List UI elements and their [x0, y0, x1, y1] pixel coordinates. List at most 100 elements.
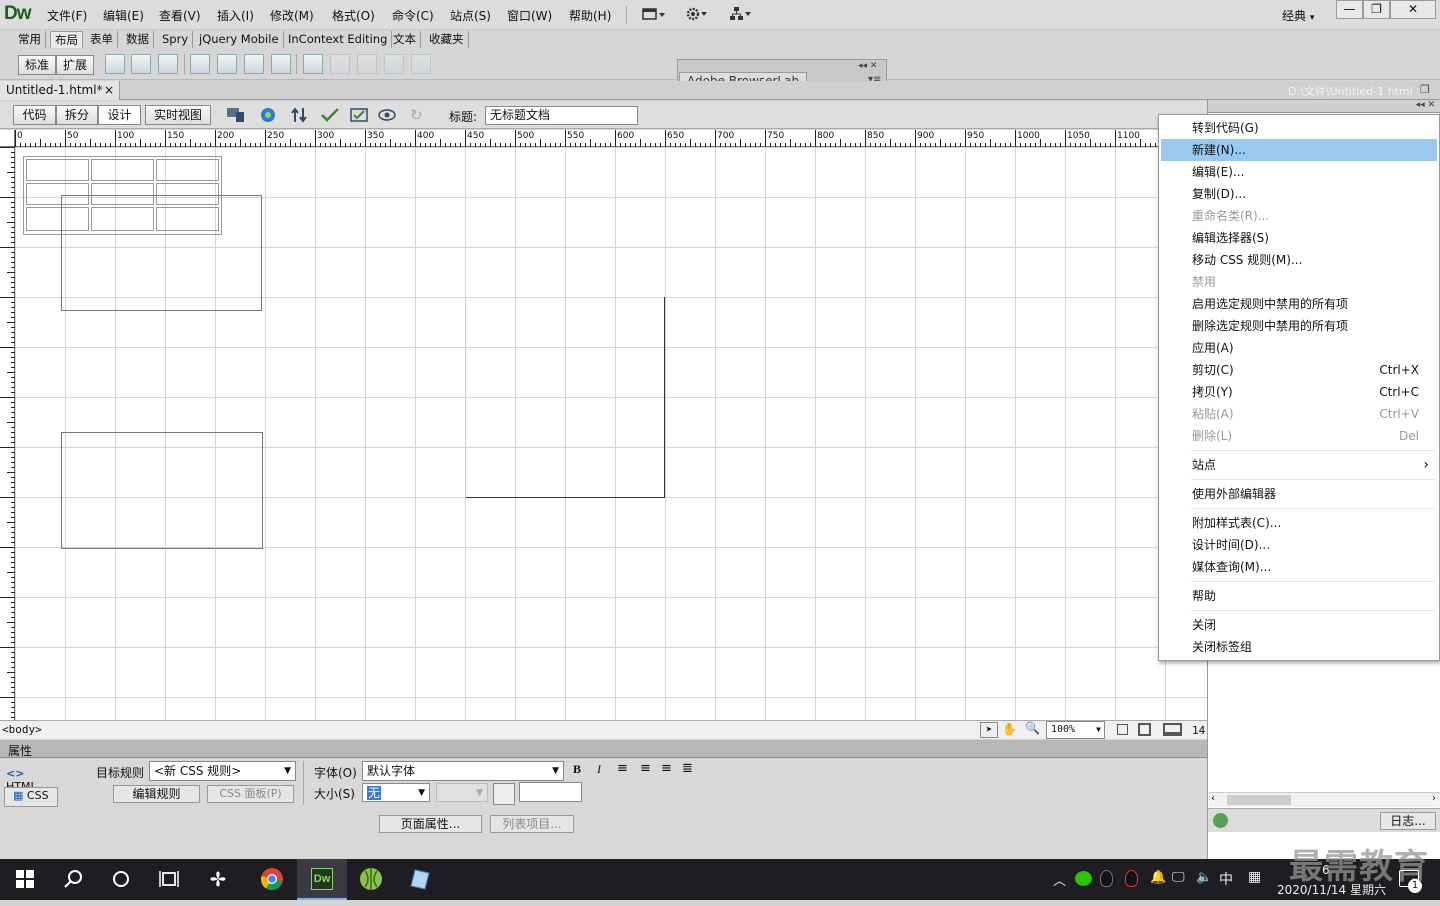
tab-forms[interactable]: 表单	[86, 31, 118, 48]
ap-div-box[interactable]	[61, 432, 263, 549]
qq-icon[interactable]	[1100, 870, 1113, 887]
table-tools-icon[interactable]	[303, 54, 323, 74]
align-center-icon[interactable]: ≡	[640, 761, 651, 776]
tray-expand-icon[interactable]: ︿	[1053, 870, 1066, 889]
font-select[interactable]: 默认字体 ▼	[362, 761, 564, 781]
split-view-button[interactable]: 拆分	[56, 105, 98, 125]
network-icon[interactable]: 🖵	[1172, 870, 1185, 885]
hand-tool-icon[interactable]: ✋	[1002, 722, 1017, 736]
windows-start-icon[interactable]	[0, 859, 50, 900]
notepad-app-icon[interactable]	[394, 859, 444, 900]
context-menu-item[interactable]: 应用(A)	[1161, 337, 1437, 359]
context-menu-item[interactable]: 删除选定规则中禁用的所有项	[1161, 315, 1437, 337]
ap-div-box[interactable]	[465, 297, 665, 498]
check-browser-compat-icon[interactable]	[349, 106, 371, 124]
spry-tab-icon[interactable]	[217, 54, 237, 74]
file-management-icon[interactable]	[290, 106, 312, 124]
menu-file[interactable]: 文件(F)	[47, 7, 87, 24]
ruler-origin[interactable]	[0, 130, 15, 147]
context-menu-item[interactable]: 帮助	[1161, 585, 1437, 607]
edit-rule-button[interactable]: 编辑规则	[113, 785, 200, 803]
ap-div-box[interactable]	[61, 195, 262, 311]
right-panel-header[interactable]: ◂◂ ✕	[1208, 100, 1440, 113]
standard-mode-button[interactable]: 标准	[18, 55, 56, 75]
pointer-tool-icon[interactable]: ➤	[980, 722, 998, 738]
tab-favorites[interactable]: 收藏夹	[425, 31, 469, 48]
tab-jquery-mobile[interactable]: jQuery Mobile	[195, 31, 284, 48]
minimize-button[interactable]: —	[1336, 0, 1363, 19]
wechat-icon[interactable]	[1075, 871, 1092, 886]
menu-help[interactable]: 帮助(H)	[569, 7, 611, 24]
properties-header[interactable]: 属性	[0, 740, 1207, 758]
multiscreen-icon[interactable]	[226, 106, 250, 124]
design-view-button[interactable]: 设计	[98, 105, 141, 125]
cortana-icon[interactable]	[96, 859, 146, 900]
menu-window[interactable]: 窗口(W)	[507, 7, 552, 24]
tab-layout[interactable]: 布局	[50, 31, 83, 48]
tablet-size-icon[interactable]	[1138, 723, 1151, 736]
tab-spry[interactable]: Spry	[158, 31, 194, 48]
menu-view[interactable]: 查看(V)	[159, 7, 201, 24]
context-menu-item[interactable]: 移动 CSS 规则(M)...	[1161, 249, 1437, 271]
w3c-validation-icon[interactable]	[320, 106, 342, 124]
page-properties-button[interactable]: 页面属性...	[379, 815, 482, 833]
watermelon-app-icon[interactable]	[346, 859, 396, 900]
chrome-icon[interactable]	[247, 859, 297, 900]
desktop-size-icon[interactable]	[1163, 723, 1182, 736]
context-menu-item[interactable]: 复制(D)...	[1161, 183, 1437, 205]
align-right-icon[interactable]: ≡	[661, 761, 672, 776]
ime-mode-icon[interactable]: ▦	[1248, 869, 1261, 885]
context-menu-item[interactable]: 拷贝(Y) Ctrl+C	[1161, 381, 1437, 403]
tab-common[interactable]: 常用	[14, 31, 46, 48]
context-menu-item[interactable]: 编辑(E)...	[1161, 161, 1437, 183]
color-input[interactable]	[519, 782, 582, 802]
html-mode-button[interactable]: <> HTML	[6, 767, 58, 793]
spry-panel-icon[interactable]	[271, 54, 291, 74]
horizontal-scrollbar[interactable]: ‹ ›	[1209, 792, 1440, 807]
size-select[interactable]: 无 ▼	[362, 783, 430, 802]
volume-icon[interactable]: 🔈	[1196, 870, 1212, 885]
tag-selector[interactable]: <body>	[2, 723, 42, 736]
menu-format[interactable]: 格式(O)	[332, 7, 375, 24]
insert-table-icon[interactable]	[158, 54, 178, 74]
layout-switch-icon[interactable]	[642, 7, 666, 21]
context-menu-item[interactable]: 剪切(C) Ctrl+X	[1161, 359, 1437, 381]
context-menu-item[interactable]: 转到代码(G)	[1161, 117, 1437, 139]
notification-bell-icon[interactable]: 🔔	[1150, 870, 1166, 885]
context-menu-item[interactable]: 编辑选择器(S)	[1161, 227, 1437, 249]
ie-icon[interactable]	[1213, 813, 1228, 828]
tab-data[interactable]: 数据	[122, 31, 154, 48]
css-mode-button[interactable]: ▦ CSS	[4, 787, 58, 807]
preview-browser-icon[interactable]	[259, 106, 281, 124]
align-left-icon[interactable]: ≡	[617, 761, 628, 776]
task-view-icon[interactable]	[144, 859, 194, 900]
qq-icon[interactable]	[1125, 870, 1138, 887]
context-menu-item[interactable]: 站点 ›	[1161, 454, 1437, 476]
menu-modify[interactable]: 修改(M)	[270, 7, 314, 24]
spry-accordion-icon[interactable]	[244, 54, 264, 74]
context-menu-item[interactable]: 关闭	[1161, 614, 1437, 636]
menu-commands[interactable]: 命令(C)	[392, 7, 434, 24]
site-manage-icon[interactable]	[729, 6, 753, 22]
tab-incontext-editing[interactable]: InContext Editing	[284, 31, 393, 48]
search-icon[interactable]	[48, 859, 98, 900]
ime-indicator[interactable]: 中	[1219, 869, 1233, 889]
insert-div-icon[interactable]	[105, 54, 125, 74]
spry-menu-icon[interactable]	[190, 54, 210, 74]
italic-icon[interactable]: I	[597, 762, 601, 777]
color-picker[interactable]	[493, 783, 515, 805]
maximize-button[interactable]: ❐	[1363, 0, 1390, 19]
workspace-switcher[interactable]: 经典 ▾	[1282, 7, 1314, 24]
target-rule-select[interactable]: <新 CSS 规则> ▼	[149, 761, 296, 781]
table-cell[interactable]	[91, 159, 154, 181]
insert-ap-div-icon[interactable]	[131, 54, 151, 74]
close-tab-icon[interactable]: ×	[104, 81, 114, 99]
context-menu-item[interactable]: 关闭标签组	[1161, 636, 1437, 658]
tab-text[interactable]: 文本	[389, 31, 421, 48]
justify-icon[interactable]: ≣	[682, 761, 693, 776]
zoom-select[interactable]: 100% ▼	[1046, 721, 1105, 739]
bold-icon[interactable]: B	[573, 762, 581, 777]
zoom-tool-icon[interactable]: 🔍	[1025, 721, 1040, 735]
code-view-button[interactable]: 代码	[13, 105, 56, 125]
dreamweaver-taskbar-icon[interactable]: Dw	[297, 859, 347, 900]
